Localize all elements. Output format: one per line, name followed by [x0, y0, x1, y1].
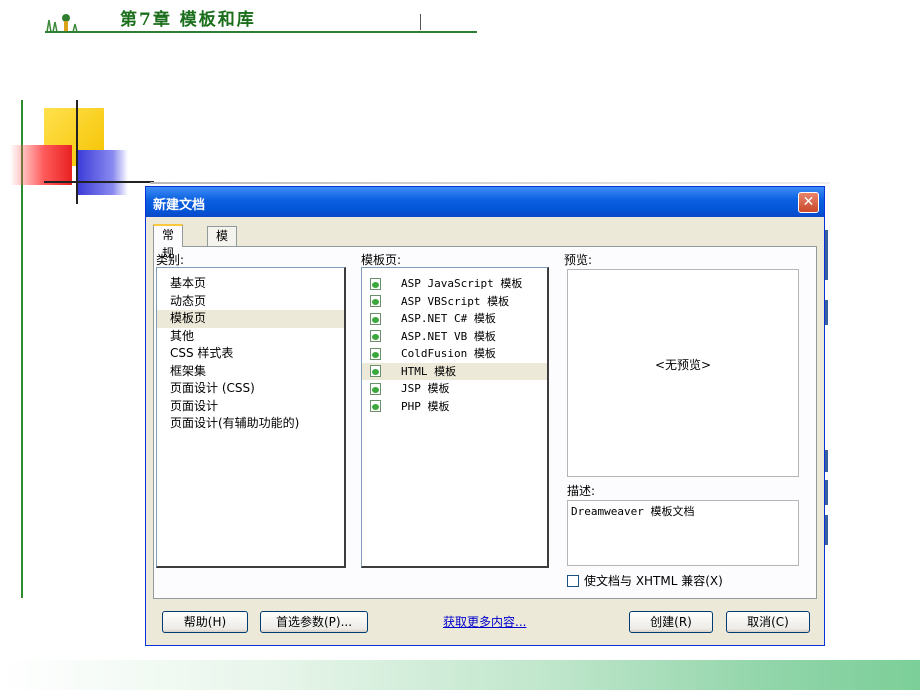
slide-header: 第7章 模板和库 [45, 0, 477, 36]
category-item[interactable]: 框架集 [157, 363, 344, 381]
no-preview-text: <无预览> [654, 358, 712, 372]
template-list[interactable]: ASP JavaScript 模板 ASP VBScript 模板 ASP.NE… [361, 267, 549, 568]
dreamweaver-template-icon [370, 365, 381, 378]
template-item[interactable]: ASP VBScript 模板 [362, 293, 547, 311]
xhtml-compatible-label: 使文档与 XHTML 兼容(X) [584, 574, 723, 588]
category-item[interactable]: 页面设计 (CSS) [157, 380, 344, 398]
template-item[interactable]: ASP.NET C# 模板 [362, 310, 547, 328]
tab-templates[interactable]: 模板 [207, 226, 238, 261]
dreamweaver-template-icon [370, 347, 381, 360]
deco-vertical-line [76, 100, 78, 204]
close-icon: ✕ [802, 194, 815, 210]
template-item[interactable]: ColdFusion 模板 [362, 345, 547, 363]
get-more-content-link[interactable]: 获取更多内容... [443, 613, 526, 630]
category-item[interactable]: 基本页 [157, 275, 344, 293]
dialog-title: 新建文档 [153, 198, 206, 213]
category-item[interactable]: 页面设计(有辅助功能的) [157, 415, 344, 433]
category-item[interactable]: 页面设计 [157, 398, 344, 416]
template-item-label: JSP 模板 [401, 382, 450, 395]
category-item[interactable]: 动态页 [157, 293, 344, 311]
header-tick-mark [420, 14, 421, 30]
template-item-label: ASP.NET C# 模板 [401, 312, 496, 325]
cancel-button[interactable]: 取消(C) [726, 611, 810, 633]
tab-general[interactable]: 常规 [153, 224, 184, 260]
category-item[interactable]: 其他 [157, 328, 344, 346]
template-item-selected[interactable]: HTML 模板 [362, 362, 547, 380]
dreamweaver-template-icon [370, 330, 381, 343]
tab-panel-general: 类别: 基本页 动态页 模板页 其他 CSS 样式表 框架集 页面设计 (CSS… [153, 246, 817, 599]
template-item[interactable]: ASP.NET VB 模板 [362, 328, 547, 346]
help-button[interactable]: 帮助(H) [162, 611, 248, 633]
preview-label: 预览: [564, 253, 593, 267]
deco-red-square [10, 145, 72, 185]
template-item-label: PHP 模板 [401, 399, 450, 413]
grass-decoration-icon [46, 14, 78, 32]
template-item[interactable]: PHP 模板 [362, 398, 547, 416]
dreamweaver-template-icon [370, 277, 381, 290]
template-item[interactable]: ASP JavaScript 模板 [362, 275, 547, 293]
dialog-titlebar[interactable]: 新建文档 ✕ [146, 187, 824, 217]
preferences-button[interactable]: 首选参数(P)... [260, 611, 368, 633]
deco-horizontal-line [44, 181, 154, 183]
deco-blue-square [78, 150, 128, 195]
bottom-gradient-band [0, 660, 920, 690]
dreamweaver-template-icon [370, 382, 381, 395]
description-label: 描述: [567, 484, 596, 498]
close-button[interactable]: ✕ [798, 192, 819, 213]
create-button[interactable]: 创建(R) [629, 611, 713, 633]
dreamweaver-template-icon [370, 400, 381, 413]
description-text: Dreamweaver 模板文档 [567, 500, 799, 566]
template-item-label: HTML 模板 [401, 364, 457, 378]
template-item-label: ASP JavaScript 模板 [401, 277, 523, 290]
template-item-label: ColdFusion 模板 [401, 347, 496, 360]
category-item[interactable]: CSS 样式表 [157, 345, 344, 363]
template-page-label: 模板页: [361, 253, 402, 267]
header-underline [45, 31, 477, 33]
xhtml-compatible-option[interactable]: 使文档与 XHTML 兼容(X) [567, 572, 723, 589]
new-document-dialog: 新建文档 ✕ 常规 模板 类别: 基本页 动态页 模板页 其他 CSS 样式表 … [145, 186, 825, 646]
category-item-selected[interactable]: 模板页 [157, 310, 344, 328]
template-item-label: ASP VBScript 模板 [401, 294, 510, 308]
xhtml-compatible-checkbox[interactable] [567, 574, 579, 587]
dreamweaver-template-icon [370, 312, 381, 325]
deco-grey-rule [150, 182, 830, 184]
template-item[interactable]: JSP 模板 [362, 380, 547, 398]
template-item-label: ASP.NET VB 模板 [401, 329, 496, 343]
dreamweaver-template-icon [370, 295, 381, 308]
preview-pane: <无预览> [567, 269, 799, 477]
category-list[interactable]: 基本页 动态页 模板页 其他 CSS 样式表 框架集 页面设计 (CSS) 页面… [156, 267, 346, 568]
slide-title: 第7章 模板和库 [120, 10, 256, 30]
